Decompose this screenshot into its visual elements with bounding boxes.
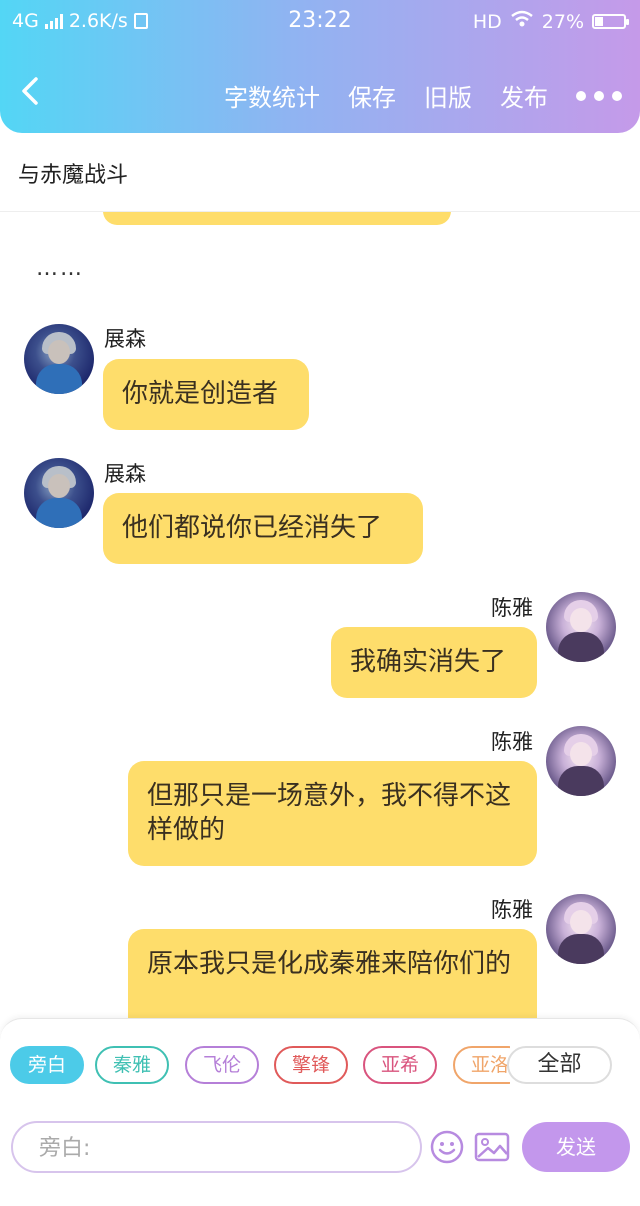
back-button[interactable]	[20, 76, 50, 112]
chip-feilun[interactable]: 飞伦	[185, 1046, 259, 1084]
message-bubble[interactable]: 原本我只是化成秦雅来陪你们的	[128, 929, 537, 1022]
battery-icon	[592, 14, 629, 29]
send-button[interactable]: 发送	[522, 1122, 630, 1172]
chip-yaxi[interactable]: 亚希	[363, 1046, 437, 1084]
message-bubble[interactable]: 我确实消失了	[331, 627, 537, 698]
hd-indicator: HD	[472, 10, 502, 33]
avatar[interactable]	[546, 726, 616, 796]
message-input-box[interactable]	[11, 1121, 422, 1173]
message-bubble-partial[interactable]	[103, 212, 451, 225]
message-bubble[interactable]: 但那只是一场意外，我不得不这样做的	[128, 761, 537, 866]
image-icon	[474, 1132, 510, 1162]
publish-button[interactable]: 发布	[500, 78, 548, 113]
chip-yaluo[interactable]: 亚洛	[453, 1046, 510, 1084]
message-input[interactable]	[37, 1131, 401, 1165]
avatar[interactable]	[24, 324, 94, 394]
all-characters-button[interactable]: 全部	[507, 1046, 612, 1084]
composer-panel: 旁白 秦雅 飞伦 擎锋 亚希 亚洛 全部 发送	[0, 1018, 640, 1206]
story-title-bar: 与赤魔战斗	[0, 133, 640, 212]
story-title[interactable]: 与赤魔战斗	[18, 157, 128, 189]
sender-name: 展森	[104, 462, 146, 486]
chip-qingfeng[interactable]: 擎锋	[274, 1046, 348, 1084]
narration-text[interactable]: ……	[36, 256, 84, 281]
sender-name: 陈雅	[491, 730, 533, 754]
app-header: 4G 2.6K/s 23:22 HD 27% 字数统计 保存 旧版 发布	[0, 0, 640, 133]
character-chip-list[interactable]: 旁白 秦雅 飞伦 擎锋 亚希 亚洛	[10, 1046, 510, 1086]
navigation-bar: 字数统计 保存 旧版 发布	[0, 74, 640, 118]
wifi-icon	[510, 10, 534, 33]
chat-area[interactable]: …… 展森 你就是创造者 展森 他们都说你已经消失了 陈雅 我确实消失了 陈雅 …	[0, 212, 640, 1022]
old-version-button[interactable]: 旧版	[424, 78, 472, 113]
chip-qinya[interactable]: 秦雅	[95, 1046, 169, 1084]
avatar[interactable]	[546, 894, 616, 964]
chevron-left-icon	[22, 77, 38, 105]
sender-name: 陈雅	[491, 898, 533, 922]
battery-percent: 27%	[541, 10, 584, 33]
message-bubble[interactable]: 他们都说你已经消失了	[103, 493, 423, 564]
word-count-button[interactable]: 字数统计	[224, 78, 320, 113]
chip-narrator[interactable]: 旁白	[10, 1046, 84, 1084]
image-button[interactable]	[473, 1129, 511, 1165]
status-bar: 4G 2.6K/s 23:22 HD 27%	[0, 8, 640, 38]
save-button[interactable]: 保存	[348, 78, 396, 113]
message-bubble[interactable]: 你就是创造者	[103, 359, 309, 430]
emoji-button[interactable]	[429, 1129, 465, 1165]
more-options-icon[interactable]	[576, 90, 622, 101]
smiley-icon	[430, 1130, 464, 1164]
avatar[interactable]	[24, 458, 94, 528]
avatar[interactable]	[546, 592, 616, 662]
sender-name: 陈雅	[491, 596, 533, 620]
sender-name: 展森	[104, 327, 146, 351]
